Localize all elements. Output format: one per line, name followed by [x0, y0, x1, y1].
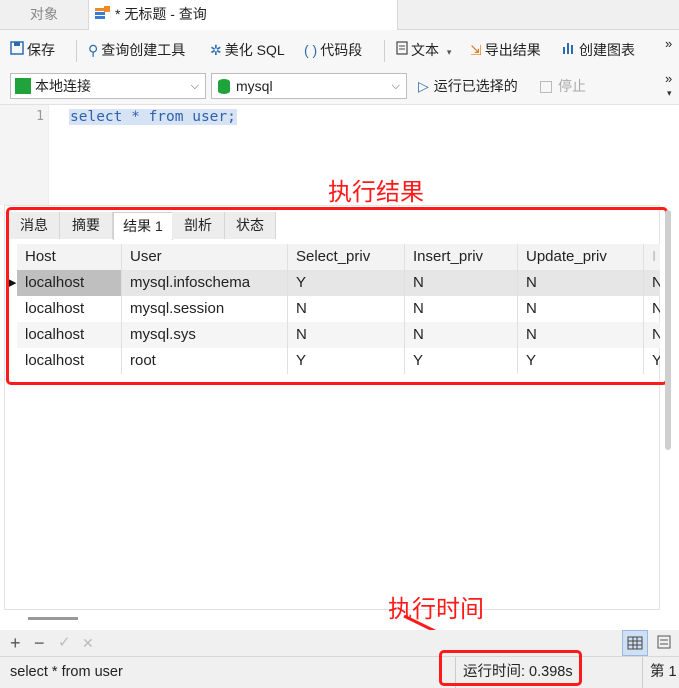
status-divider — [642, 657, 643, 688]
connection-icon — [15, 78, 31, 95]
status-sql: select * from user — [10, 664, 123, 680]
snippet-button[interactable]: ( ) 代码段 — [304, 30, 362, 70]
query-builder-label: 查询创建工具 — [101, 42, 186, 58]
save-icon — [10, 30, 24, 70]
form-view-button[interactable] — [652, 630, 678, 656]
query-builder-icon: ⚲ — [88, 42, 99, 58]
stop-label: 停止 — [558, 78, 586, 94]
form-view-icon — [657, 635, 671, 649]
chart-label: 创建图表 — [579, 42, 635, 58]
database-icon — [218, 78, 230, 94]
play-icon: ▷ — [418, 78, 429, 94]
horizontal-scrollbar[interactable] — [28, 617, 78, 620]
editor-gutter: 1 — [0, 105, 49, 205]
create-chart-button[interactable]: 创建图表 — [562, 30, 635, 70]
vertical-scrollbar[interactable] — [665, 210, 671, 450]
sql-code-line[interactable]: select * from user; — [69, 109, 237, 125]
query-icon — [95, 1, 111, 29]
stop-button[interactable]: 停止 — [540, 73, 586, 99]
export-label: 导出结果 — [484, 42, 541, 58]
delete-record-button[interactable]: − — [34, 630, 45, 656]
line-number: 1 — [36, 109, 44, 124]
toolbar-overflow-icon[interactable]: » — [665, 24, 672, 64]
tab-bar: 对象 * 无标题 - 查询 — [0, 0, 679, 30]
database-select[interactable]: mysql ⌵ — [211, 73, 407, 99]
toolbar-divider — [76, 40, 77, 62]
beautify-label: 美化 SQL — [224, 42, 285, 58]
connection-select[interactable]: 本地连接 ⌵ — [10, 73, 206, 99]
apply-changes-button[interactable]: ✓ — [58, 630, 71, 656]
result-highlight-box — [6, 207, 668, 385]
database-select-value: mysql — [236, 78, 273, 94]
save-label: 保存 — [27, 42, 55, 58]
chevron-down-icon: ⌵ — [190, 80, 199, 92]
tab-query[interactable]: * 无标题 - 查询 — [88, 0, 398, 30]
text-button[interactable]: 文本 ▾ — [396, 30, 451, 70]
text-label: 文本 — [411, 42, 439, 58]
run-selected-label: 运行已选择的 — [433, 78, 518, 94]
grid-view-icon — [627, 636, 643, 650]
chart-icon — [562, 30, 576, 70]
run-selected-button[interactable]: ▷ 运行已选择的 — [418, 73, 518, 99]
grid-view-button[interactable] — [622, 630, 648, 656]
beautify-icon: ✲ — [210, 42, 222, 58]
beautify-sql-button[interactable]: ✲ 美化 SQL — [210, 30, 285, 70]
query-builder-button[interactable]: ⚲ 查询创建工具 — [88, 30, 185, 70]
connection-select-value: 本地连接 — [35, 78, 91, 94]
stop-icon — [540, 81, 552, 94]
annotation-result-label: 执行结果 — [328, 179, 424, 206]
chevron-down-icon[interactable]: ▾ — [667, 88, 672, 99]
connection-bar: 本地连接 ⌵ mysql ⌵ ▷ 运行已选择的 停止 » ▾ — [0, 70, 679, 105]
add-record-button[interactable]: + — [10, 630, 21, 656]
save-button[interactable]: 保存 — [10, 30, 55, 70]
run-time-highlight-box — [439, 650, 582, 686]
main-toolbar: 保存 ⚲ 查询创建工具 ✲ 美化 SQL ( ) 代码段 文本 ▾ ⇲ 导出结果 创建图… — [0, 30, 679, 70]
snippet-label: 代码段 — [320, 42, 363, 58]
toolbar-divider — [384, 40, 385, 62]
discard-changes-button[interactable]: ✕ — [82, 630, 94, 656]
text-icon — [396, 30, 408, 70]
snippet-icon: ( ) — [304, 42, 318, 58]
status-page: 第 1 — [650, 664, 677, 680]
tab-objects[interactable]: 对象 — [0, 0, 88, 29]
chevron-down-icon: ⌵ — [391, 80, 400, 92]
export-results-button[interactable]: ⇲ 导出结果 — [470, 30, 541, 70]
export-icon: ⇲ — [470, 42, 482, 58]
chevron-down-icon: ▾ — [446, 47, 452, 57]
tab-query-label: * 无标题 - 查询 — [115, 6, 207, 22]
